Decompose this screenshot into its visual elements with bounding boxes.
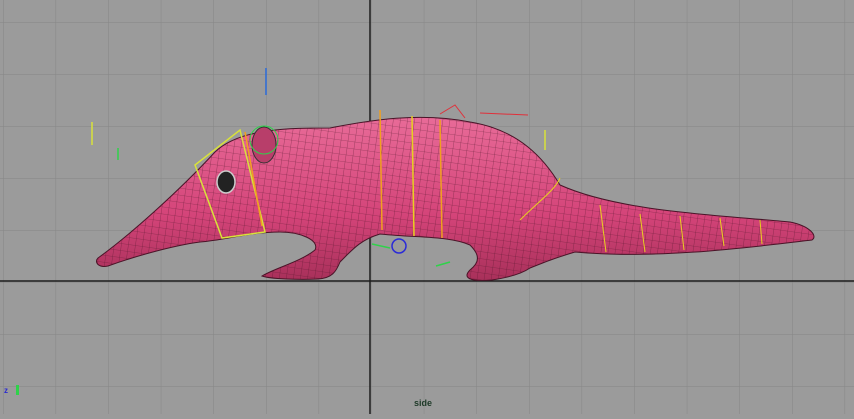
camera-name-label: side xyxy=(414,398,433,408)
axis-origin-icon xyxy=(16,385,20,395)
side-viewport[interactable]: z side xyxy=(0,0,854,414)
viewport-canvas[interactable] xyxy=(0,0,854,414)
axis-indicator: z xyxy=(4,385,20,395)
ear xyxy=(251,126,277,164)
axis-z-label: z xyxy=(4,386,8,395)
eye xyxy=(216,170,236,194)
